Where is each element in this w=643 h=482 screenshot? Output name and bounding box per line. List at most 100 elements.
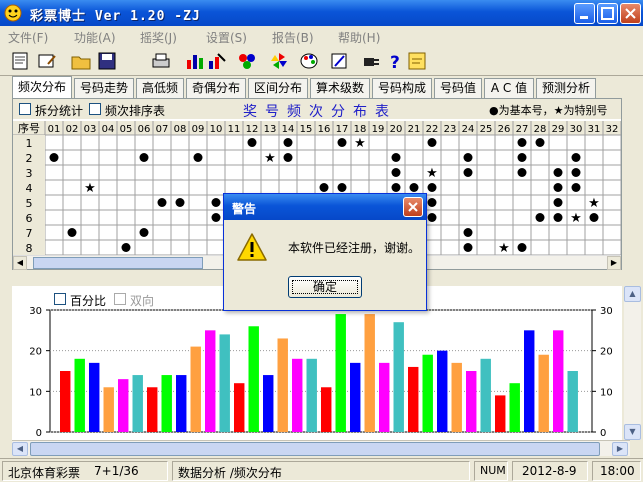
- chart-bar: [335, 314, 346, 432]
- edit-icon[interactable]: [328, 50, 350, 72]
- close-icon: [625, 8, 636, 19]
- chart-left-tick-label: 30: [29, 306, 42, 317]
- menu-settings[interactable]: 设置(S): [206, 29, 247, 46]
- chart-scroll-thumb[interactable]: [30, 442, 600, 456]
- open-folder-icon[interactable]: [70, 50, 92, 72]
- toolbar: ?: [0, 46, 643, 76]
- grid-column-header: 05: [120, 124, 133, 135]
- save-icon[interactable]: [96, 50, 118, 72]
- status-date: 2012-8-9: [522, 464, 577, 478]
- tab-high-low[interactable]: 高低频: [136, 78, 184, 98]
- grid-column-header: 15: [300, 124, 313, 135]
- menu-report[interactable]: 报告(B): [272, 29, 314, 46]
- chart-bar: [132, 375, 143, 432]
- help-icon[interactable]: ?: [384, 50, 406, 72]
- chart-right-tick-label: 20: [600, 347, 613, 358]
- tab-number-value[interactable]: 号码值: [434, 78, 482, 98]
- preview-icon[interactable]: [10, 50, 32, 72]
- palette-icon[interactable]: [298, 50, 320, 72]
- menu-function[interactable]: 功能(A): [74, 29, 116, 46]
- scroll-left-arrow-icon[interactable]: ◀: [13, 256, 27, 270]
- chart-bar: [509, 383, 520, 432]
- scroll-down-arrow-icon[interactable]: ▼: [624, 424, 641, 440]
- wizard-icon[interactable]: [36, 50, 58, 72]
- plug-icon[interactable]: [360, 50, 382, 72]
- basic-number-dot: [553, 198, 563, 207]
- maximize-button[interactable]: [597, 3, 618, 24]
- chart-left-tick-label: 20: [29, 347, 42, 358]
- scroll-up-arrow-icon[interactable]: ▲: [624, 286, 641, 302]
- chart-bar: [364, 314, 375, 432]
- grid-column-header: 21: [408, 124, 421, 135]
- basic-number-dot: [247, 138, 257, 147]
- tab-interval[interactable]: 区间分布: [248, 78, 308, 98]
- chart-bar: [437, 350, 448, 432]
- status-num: NUM: [480, 464, 506, 477]
- chart-right-tick-label: 0: [600, 428, 606, 439]
- bidirectional-checkbox[interactable]: [114, 293, 126, 305]
- ok-button-focus-ring: [292, 280, 358, 294]
- tab-frequency[interactable]: 频次分布: [12, 76, 72, 98]
- chart-bar: [422, 354, 433, 432]
- chart-bar: [234, 383, 245, 432]
- grid-row-label: 5: [26, 197, 33, 210]
- basic-number-dot: [283, 153, 293, 162]
- split-stats-checkbox[interactable]: [19, 103, 31, 115]
- chart-horizontal-scrollbar[interactable]: ◀ ▶: [12, 440, 630, 456]
- menu-file[interactable]: 文件(F): [8, 29, 48, 46]
- grid-column-header: 01: [48, 124, 61, 135]
- app-icon: [4, 4, 22, 22]
- basic-number-dot: [427, 198, 437, 207]
- chart-scroll-left-icon[interactable]: ◀: [12, 442, 28, 456]
- status-bar: 北京体育彩票 7+1/36 数据分析 /频次分布 NUM 2012-8-9 18…: [0, 458, 643, 482]
- grid-row-label: 6: [26, 212, 33, 225]
- special-number-star: ★: [264, 151, 276, 166]
- tab-composition[interactable]: 号码构成: [372, 78, 432, 98]
- tab-arithmetic[interactable]: 算术级数: [310, 78, 370, 98]
- bar-chart-icon[interactable]: [184, 50, 206, 72]
- chart-bar: [161, 375, 172, 432]
- balls-icon[interactable]: [236, 50, 258, 72]
- chart-bar: [466, 371, 477, 432]
- chart-edit-icon[interactable]: [206, 50, 228, 72]
- chart-scroll-right-icon[interactable]: ▶: [612, 442, 628, 456]
- grid-row-label: 1: [26, 137, 33, 150]
- options-row: 拆分统计 频次排序表 奖号频次分布表 ●为基本号，★为特别号: [13, 99, 621, 120]
- menu-draw[interactable]: 摇奖(J): [140, 29, 177, 46]
- tab-odd-even[interactable]: 奇偶分布: [186, 78, 246, 98]
- basic-number-dot: [517, 168, 527, 177]
- basic-number-dot: [517, 243, 527, 252]
- chart-bar: [89, 362, 100, 432]
- menu-help[interactable]: 帮助(H): [338, 29, 380, 46]
- chart-bar: [277, 338, 288, 432]
- basic-number-dot: [517, 138, 527, 147]
- tab-ac-value[interactable]: A C 值: [484, 78, 534, 98]
- ok-button[interactable]: 确定: [288, 276, 362, 298]
- split-stats-label: 拆分统计: [35, 104, 84, 118]
- grid-column-header: 31: [588, 124, 601, 135]
- pinwheel-icon[interactable]: [268, 50, 290, 72]
- grid-row-label: 8: [26, 242, 33, 255]
- chart-bar: [205, 330, 216, 432]
- basic-number-dot: [535, 213, 545, 222]
- chart-bar: [350, 362, 361, 432]
- basic-number-dot: [427, 138, 437, 147]
- table-scroll-thumb[interactable]: [33, 257, 203, 269]
- tab-prediction[interactable]: 预测分析: [536, 78, 596, 98]
- close-button[interactable]: [620, 3, 641, 24]
- freq-sort-checkbox[interactable]: [89, 103, 101, 115]
- chart-vertical-scrollbar[interactable]: ▲ ▼: [624, 286, 641, 440]
- print-icon[interactable]: [150, 50, 172, 72]
- basic-number-dot: [139, 153, 149, 162]
- chart-bar: [263, 375, 274, 432]
- grid-column-header: 02: [66, 124, 79, 135]
- tab-trend[interactable]: 号码走势: [74, 78, 134, 98]
- minimize-button[interactable]: [574, 3, 595, 24]
- chart-bar: [524, 330, 535, 432]
- percent-checkbox[interactable]: [54, 293, 66, 305]
- dialog-close-button[interactable]: [403, 197, 423, 217]
- basic-number-dot: [517, 153, 527, 162]
- note-icon[interactable]: [406, 50, 428, 72]
- scroll-right-arrow-icon[interactable]: ▶: [607, 256, 621, 270]
- chart-bar: [480, 358, 491, 432]
